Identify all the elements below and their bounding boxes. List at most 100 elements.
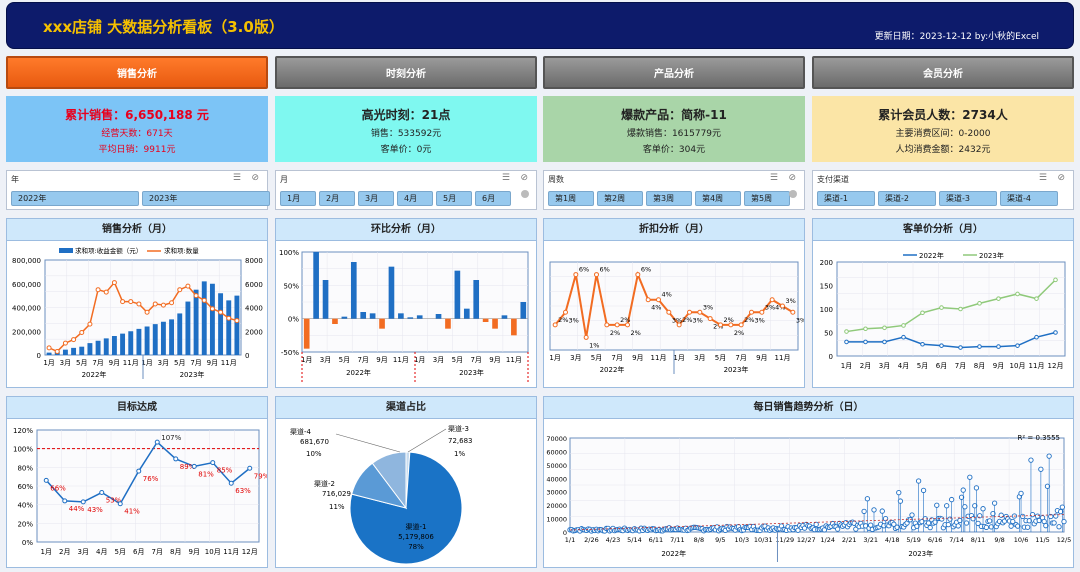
- data-point: [1041, 518, 1047, 525]
- clear-filter-icon[interactable]: ⊘: [1057, 173, 1065, 183]
- y-tick-label: 6000: [245, 281, 263, 289]
- leader-line: [407, 428, 447, 453]
- y-tick-label: 50: [824, 330, 833, 338]
- kpi-card-product: 爆款产品：简称-11 爆款销售：1615779元 客单价：304元: [543, 96, 805, 162]
- y-tick-label: 0: [245, 352, 249, 360]
- x-tick-label: 3月: [60, 359, 71, 367]
- pie-label: 716,029: [322, 490, 351, 498]
- multi-select-icon[interactable]: ☰: [1039, 173, 1047, 183]
- slicer-item[interactable]: 3月: [358, 191, 394, 206]
- line-point: [193, 293, 199, 299]
- bar: [303, 318, 310, 349]
- line-point: [226, 315, 232, 321]
- slicer-item[interactable]: 第3周: [646, 191, 692, 206]
- data-point: [835, 526, 841, 532]
- slicer-item[interactable]: 5月: [436, 191, 472, 206]
- bar: [120, 333, 126, 355]
- slicer-item[interactable]: 第4周: [695, 191, 741, 206]
- x-tick-label: 8月: [170, 548, 181, 556]
- slicer-item[interactable]: 6月: [475, 191, 511, 206]
- data-point: [897, 498, 904, 504]
- slicer-item[interactable]: 第5周: [744, 191, 790, 206]
- line-point: [769, 297, 775, 303]
- line-point: [62, 498, 68, 504]
- x-tick-label: 5月: [591, 354, 602, 362]
- y-tick-label: 0%: [22, 539, 33, 547]
- bar: [360, 312, 367, 319]
- x-tick-label: 1月: [43, 359, 54, 367]
- slicer-item[interactable]: 2022年: [11, 191, 139, 206]
- line-point: [191, 463, 197, 469]
- x-tick-label: 5月: [174, 359, 185, 367]
- bar: [511, 318, 517, 336]
- slicer-item[interactable]: 4月: [397, 191, 433, 206]
- line-point: [71, 337, 77, 343]
- legend-label: 求和项:数量: [164, 246, 199, 255]
- slicer-item[interactable]: 第2周: [597, 191, 643, 206]
- bar: [152, 324, 158, 355]
- slicer-item[interactable]: 渠道-1: [817, 191, 875, 206]
- line-point: [1015, 343, 1020, 348]
- pie-label: 渠道-4: [290, 427, 312, 436]
- bar: [341, 316, 348, 319]
- multi-select-icon[interactable]: ☰: [770, 173, 778, 183]
- tab-sales[interactable]: 销售分析: [6, 56, 268, 89]
- x-tick-label: 8/11: [971, 536, 986, 544]
- x-tick-label: 5月: [115, 548, 126, 556]
- x-tick-label: 12月: [242, 548, 258, 556]
- daily-chart: 010000200003000040000500006000070000 R² =…: [546, 434, 1071, 562]
- x-tick-label: 10/6: [1014, 536, 1029, 544]
- multi-select-icon[interactable]: ☰: [502, 173, 510, 183]
- data-point: [945, 521, 951, 528]
- pie-label: 1%: [454, 450, 465, 458]
- slicer-item[interactable]: 第1周: [548, 191, 594, 206]
- data-point: [939, 516, 945, 522]
- slicer-item[interactable]: 渠道-4: [1000, 191, 1058, 206]
- line-point: [234, 318, 240, 324]
- slicer-item[interactable]: 渠道-2: [878, 191, 936, 206]
- line-point: [939, 343, 944, 348]
- x-tick-label: 11/5: [1035, 536, 1050, 544]
- x-tick-label: 7月: [735, 354, 746, 362]
- x-tick-label: 12/27: [797, 536, 816, 544]
- x-tick-label: 10月: [1010, 362, 1026, 370]
- panel-title: 每日销售趋势分析（日）: [544, 397, 1073, 419]
- panel-title: 环比分析（月）: [276, 219, 536, 241]
- bar: [313, 252, 319, 319]
- x-tick-label: 6/11: [649, 536, 664, 544]
- data-point: [1038, 466, 1044, 472]
- panel-title: 折扣分析（月）: [544, 219, 804, 241]
- group-label: 2022年: [346, 368, 371, 377]
- bar: [322, 280, 329, 319]
- bar: [350, 262, 357, 319]
- clear-filter-icon[interactable]: ⊘: [251, 173, 259, 183]
- scroll-dot[interactable]: [789, 190, 797, 198]
- pie-label: 渠道-1: [406, 522, 427, 531]
- line-point: [625, 322, 630, 328]
- tab-product[interactable]: 产品分析: [543, 56, 805, 89]
- x-tick-label: 1/1: [565, 536, 575, 544]
- x-tick-label: 4月: [96, 548, 107, 556]
- clear-filter-icon[interactable]: ⊘: [520, 173, 528, 183]
- panel-daily: 每日销售趋势分析（日） 0 10000 20000 30000 40000 50000 60…: [543, 396, 1074, 568]
- tab-member[interactable]: 会员分析: [812, 56, 1074, 89]
- slicer-item[interactable]: 2月: [319, 191, 355, 206]
- x-tick-label: 1月: [841, 362, 852, 370]
- bar: [136, 328, 142, 355]
- bar: [226, 300, 232, 355]
- r-squared-label: R² = 0.3555: [1018, 434, 1060, 442]
- slicer-item[interactable]: 渠道-3: [939, 191, 997, 206]
- slicer-item[interactable]: 2023年: [142, 191, 270, 206]
- bar: [128, 331, 134, 355]
- clear-filter-icon[interactable]: ⊘: [788, 173, 796, 183]
- data-point: [1008, 523, 1014, 529]
- kpi-sub: 客单价：304元: [642, 145, 706, 155]
- slicer-item[interactable]: 1月: [280, 191, 316, 206]
- bar: [520, 302, 527, 319]
- slicer-caption: 年: [11, 175, 19, 184]
- tab-time[interactable]: 时刻分析: [275, 56, 537, 89]
- scroll-dot[interactable]: [521, 190, 529, 198]
- y-tick-label: 800,000: [12, 257, 41, 265]
- data-point: [1020, 513, 1026, 520]
- multi-select-icon[interactable]: ☰: [233, 173, 241, 183]
